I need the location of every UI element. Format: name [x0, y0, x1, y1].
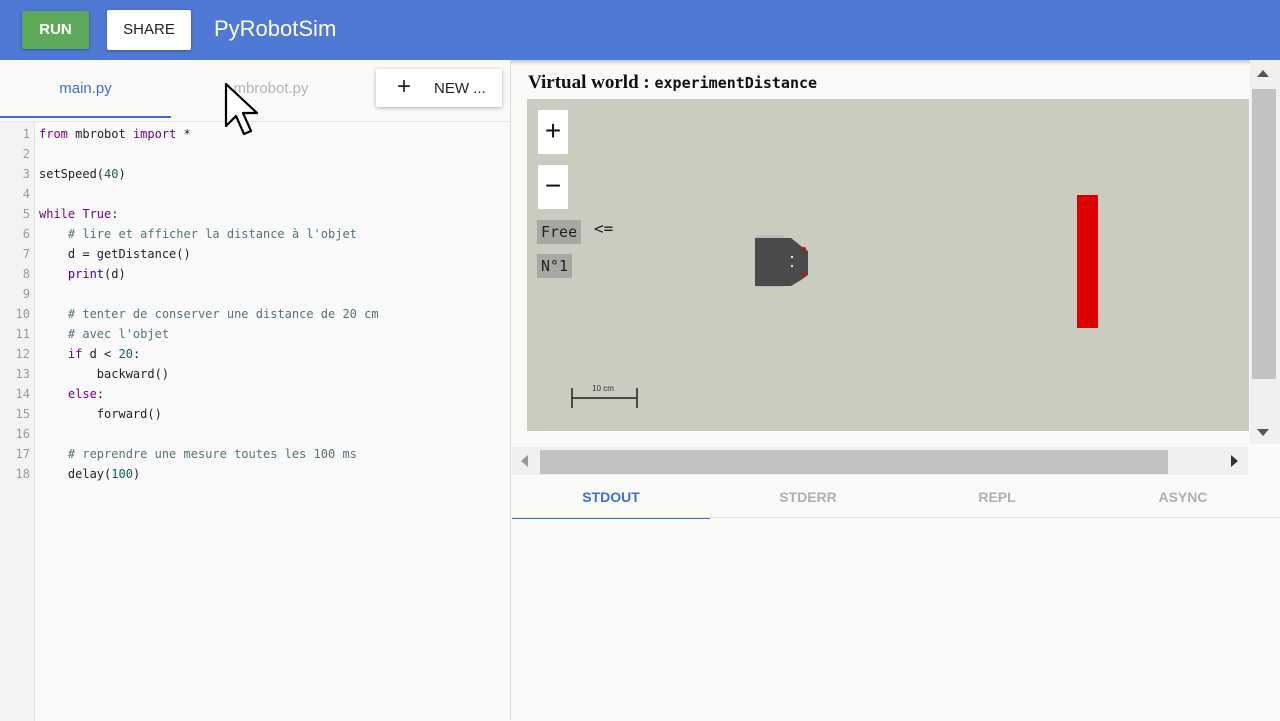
tab-stdout[interactable]: STDOUT	[512, 489, 710, 519]
scroll-right-arrow-icon[interactable]	[1230, 454, 1240, 468]
code-text: if d < 20:	[67, 347, 141, 361]
vertical-scroll-thumb[interactable]	[1252, 89, 1276, 379]
line-number: 10	[15, 307, 30, 321]
mouse-pointer-icon	[224, 82, 259, 136]
run-button[interactable]: RUN	[22, 11, 89, 49]
tab-main-py[interactable]: main.py	[0, 80, 171, 118]
red-obstacle-wall	[1077, 195, 1098, 328]
world-title-prefix: Virtual world :	[528, 72, 655, 93]
code-text: # reprendre une mesure toutes les 100 ms	[67, 447, 357, 461]
scroll-down-arrow-icon[interactable]	[1256, 428, 1270, 438]
line-number: 1	[22, 127, 30, 141]
code-editor[interactable]: 1 from mbrobot import * 2 3 setSpeed(40) 4 5 wh…	[0, 121, 510, 721]
line-number: 2	[22, 147, 30, 161]
tab-stderr[interactable]: STDERR	[710, 489, 906, 517]
robot-body	[755, 238, 808, 286]
line-number: 15	[15, 407, 30, 421]
robot-sensor-dot	[790, 264, 794, 268]
code-text: forward()	[39, 407, 162, 421]
code-text: # lire et afficher la distance à l'objet	[67, 227, 357, 241]
code-text: d = getDistance()	[39, 247, 191, 261]
world-name: experimentDistance	[654, 74, 818, 92]
code-text: print(d)	[67, 267, 126, 281]
top-toolbar: RUN SHARE PyRobotSim	[0, 0, 1280, 60]
robot-led-right	[802, 273, 806, 277]
scroll-left-arrow-icon[interactable]	[519, 454, 529, 468]
plus-icon: +	[397, 73, 412, 100]
line-number: 8	[22, 267, 30, 281]
code-text: while True:	[39, 207, 119, 221]
line-number: 18	[15, 467, 30, 481]
line-number: 14	[15, 387, 30, 401]
world-drawing	[571, 195, 1098, 408]
line-number: 7	[22, 247, 30, 261]
line-number: 9	[22, 287, 30, 301]
code-text: setSpeed(40)	[39, 167, 126, 181]
line-number: 4	[22, 187, 30, 201]
new-file-button[interactable]: + NEW ...	[376, 69, 502, 107]
new-file-label: NEW ...	[434, 80, 486, 97]
horizontal-scroll-thumb[interactable]	[540, 450, 1168, 474]
tab-repl[interactable]: REPL	[906, 489, 1088, 517]
world-title: Virtual world : experimentDistance	[528, 72, 817, 94]
robot-sensor-dot	[790, 255, 794, 259]
scale-label: 10 cm	[592, 384, 614, 393]
line-number: 3	[22, 167, 30, 181]
tab-mbrobot-py[interactable]: mbrobot.py	[171, 80, 371, 116]
code-text: # avec l'objet	[67, 327, 170, 341]
code-text: from mbrobot import *	[39, 127, 191, 141]
tab-async[interactable]: ASYNC	[1088, 489, 1278, 517]
line-number: 13	[15, 367, 30, 381]
scroll-up-arrow-icon[interactable]	[1256, 68, 1270, 78]
code-text: delay(100)	[39, 467, 141, 481]
robot-sprite[interactable]	[755, 235, 808, 287]
line-number: 12	[15, 347, 30, 361]
code-text: backward()	[39, 367, 170, 381]
share-button[interactable]: SHARE	[107, 10, 191, 50]
robot-led-left	[802, 247, 806, 251]
line-number: 11	[15, 327, 30, 341]
pane-divider[interactable]	[510, 60, 511, 720]
line-number: 6	[22, 227, 30, 241]
code-text: else:	[67, 387, 105, 401]
code-text: # tenter de conserver une distance de 20…	[67, 307, 379, 321]
app-title: PyRobotSim	[214, 16, 337, 41]
stdout-console[interactable]	[512, 518, 1280, 720]
line-number: 17	[15, 447, 30, 461]
line-number: 5	[22, 207, 30, 221]
virtual-world-canvas[interactable]: + − Free <= N°1 10 cm	[527, 99, 1249, 431]
line-number: 16	[15, 427, 30, 441]
